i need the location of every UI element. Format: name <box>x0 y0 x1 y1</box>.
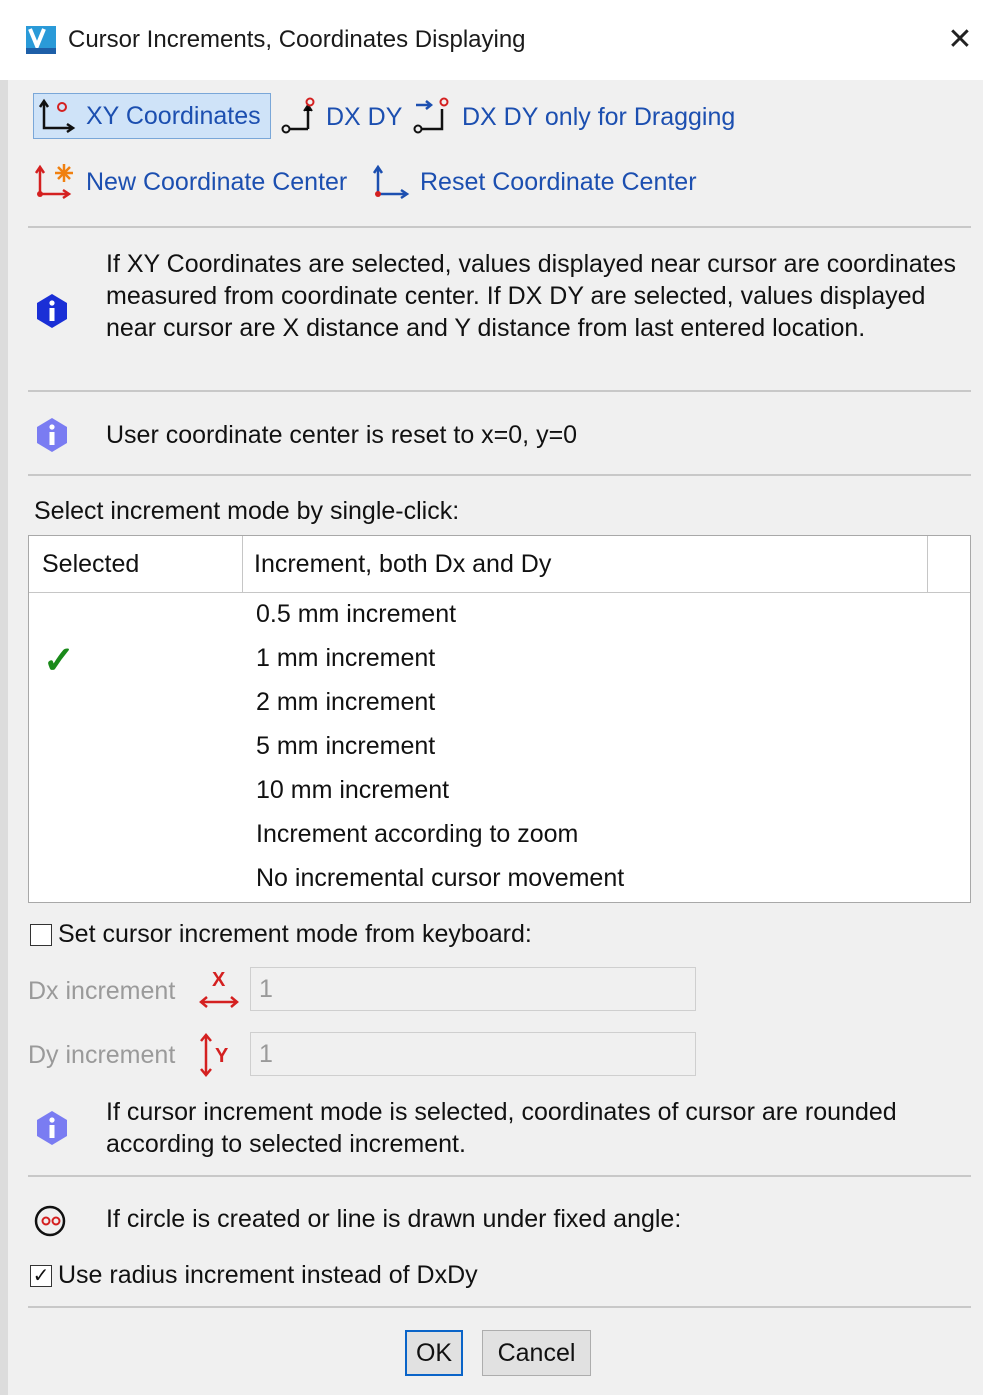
coordinates-info-text: If XY Coordinates are selected, values d… <box>106 250 957 342</box>
column-divider <box>242 536 243 592</box>
dx-dy-dragging-icon <box>413 97 449 134</box>
ok-button[interactable]: OK <box>405 1330 463 1376</box>
checkbox-box[interactable]: ✓ <box>30 1264 52 1287</box>
table-row[interactable]: 2 mm increment <box>29 680 970 724</box>
dx-dy-dragging-button[interactable]: DX DY only for Dragging <box>412 95 735 139</box>
check-mark-icon: ✓ <box>43 640 75 682</box>
reset-coordinate-center-label: Reset Coordinate Center <box>420 167 697 196</box>
divider <box>28 226 971 228</box>
new-coordinate-center-icon <box>34 164 73 200</box>
increment-option-label: 0.5 mm increment <box>256 600 457 628</box>
dx-dy-dragging-label: DX DY only for Dragging <box>462 102 736 131</box>
circle-info-label: If circle is created or line is drawn un… <box>106 1205 682 1233</box>
cancel-button[interactable]: Cancel <box>482 1330 591 1376</box>
dy-arrow-icon: Y <box>200 1033 229 1077</box>
info-icon <box>37 1111 67 1145</box>
increment-option-label: 5 mm increment <box>256 732 436 760</box>
window-frame <box>0 80 8 1395</box>
column-divider <box>927 536 928 592</box>
divider <box>28 1175 971 1177</box>
table-row[interactable]: Increment according to zoom <box>29 812 970 856</box>
column-header-increment[interactable]: Increment, both Dx and Dy <box>254 550 551 579</box>
dx-increment-input[interactable] <box>250 967 696 1011</box>
dy-y-letter: Y <box>215 1045 229 1067</box>
dx-x-letter: X <box>212 969 226 991</box>
reset-coordinate-center-button[interactable]: Reset Coordinate Center <box>372 160 697 204</box>
reset-coordinate-center-icon <box>372 164 410 200</box>
column-header-selected[interactable]: Selected <box>42 550 139 579</box>
center-reset-info-text: User coordinate center is reset to x=0, … <box>106 421 578 449</box>
table-row[interactable]: 10 mm increment <box>29 768 970 812</box>
divider <box>28 1306 971 1308</box>
increment-option-label: 2 mm increment <box>256 688 436 716</box>
divider <box>28 474 971 476</box>
increment-option-label: 10 mm increment <box>256 776 450 804</box>
info-icon <box>37 294 67 328</box>
table-header: Selected Increment, both Dx and Dy <box>29 536 970 593</box>
table-row[interactable]: 0.5 mm increment <box>29 592 970 636</box>
increment-option-label: 1 mm increment <box>256 644 436 672</box>
rounding-info-text: If cursor increment mode is selected, co… <box>106 1098 897 1158</box>
checkbox-box[interactable] <box>30 923 52 946</box>
increment-prompt: Select increment mode by single-click: <box>34 497 460 525</box>
increment-option-label: Increment according to zoom <box>256 820 579 848</box>
xy-coordinates-icon <box>38 98 76 134</box>
circle-angle-icon <box>34 1205 66 1237</box>
xy-coordinates-label: XY Coordinates <box>86 101 261 130</box>
info-icon <box>37 418 67 452</box>
radius-increment-checkbox[interactable]: ✓ Use radius increment instead of DxDy <box>30 1261 478 1290</box>
dx-dy-icon <box>281 97 315 134</box>
title-bar: Cursor Increments, Coordinates Displayin… <box>0 0 983 80</box>
table-row[interactable]: No incremental cursor movement <box>29 856 970 900</box>
dx-dy-label: DX DY <box>326 102 403 131</box>
new-coordinate-center-label: New Coordinate Center <box>86 167 348 196</box>
keyboard-increment-label: Set cursor increment mode from keyboard: <box>58 920 532 948</box>
radius-increment-label: Use radius increment instead of DxDy <box>58 1261 478 1289</box>
dx-dy-button[interactable]: DX DY <box>280 95 402 139</box>
keyboard-increment-checkbox[interactable]: Set cursor increment mode from keyboard: <box>30 920 532 949</box>
increment-table: Selected Increment, both Dx and Dy 0.5 m… <box>28 535 971 903</box>
table-row[interactable]: 5 mm increment <box>29 724 970 768</box>
app-logo-icon <box>26 26 56 54</box>
close-icon[interactable]: ✕ <box>940 18 980 62</box>
dx-arrow-icon: X <box>199 969 239 1008</box>
table-row[interactable]: ✓ 1 mm increment <box>29 636 970 682</box>
divider <box>28 390 971 392</box>
xy-coordinates-button[interactable]: XY Coordinates <box>33 93 271 139</box>
dx-increment-label: Dx increment <box>28 977 176 1005</box>
window-title: Cursor Increments, Coordinates Displayin… <box>68 26 526 53</box>
dy-increment-label: Dy increment <box>28 1041 176 1069</box>
dy-increment-input[interactable] <box>250 1032 696 1076</box>
new-coordinate-center-button[interactable]: New Coordinate Center <box>34 160 347 204</box>
increment-option-label: No incremental cursor movement <box>256 864 625 892</box>
